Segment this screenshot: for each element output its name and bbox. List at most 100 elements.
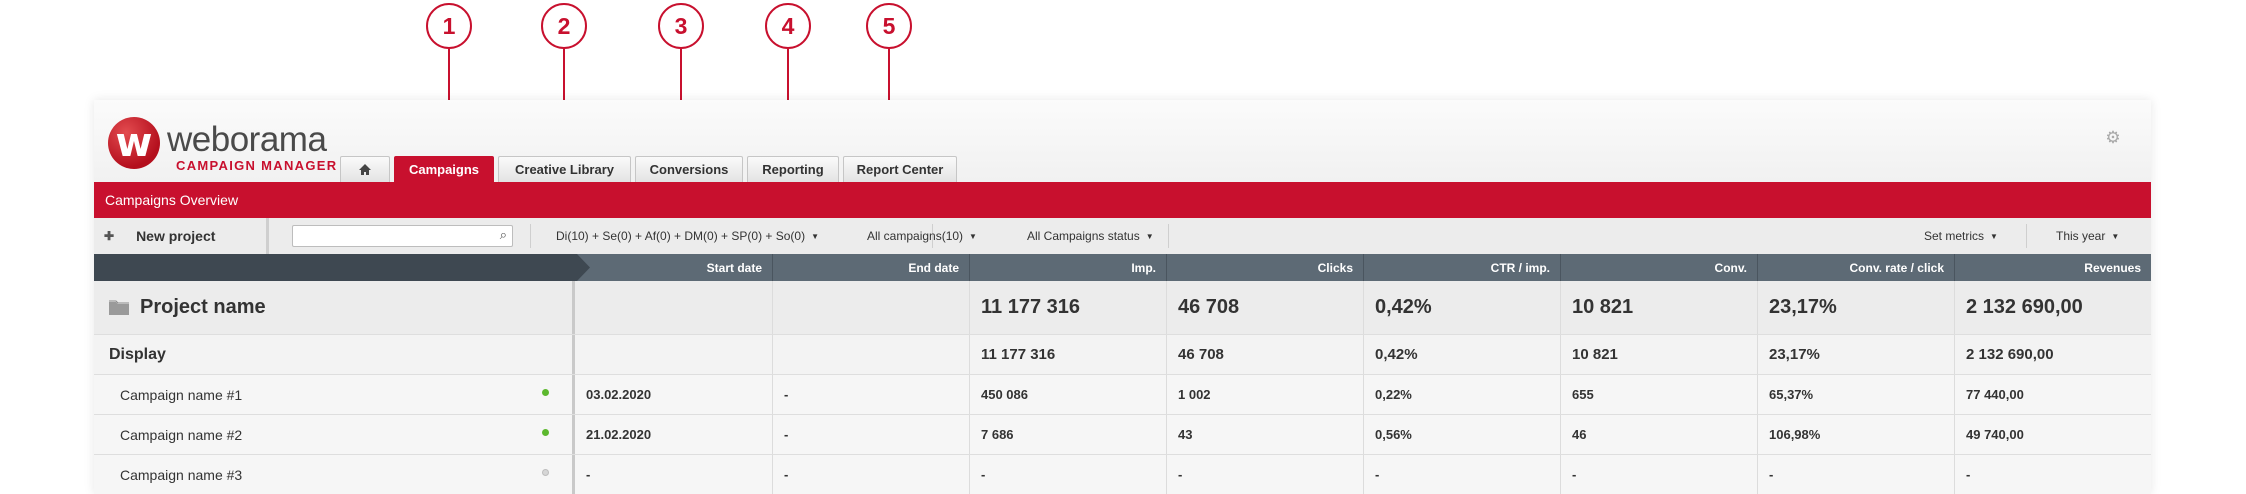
campaign-row[interactable]: Campaign name #1 03.02.2020 - 450 086 1 … bbox=[94, 375, 2151, 415]
set-metrics-label: Set metrics bbox=[1924, 229, 1985, 243]
campaign-conversions: 46 bbox=[1560, 415, 1757, 454]
folder-icon bbox=[109, 300, 129, 315]
column-header-conversions[interactable]: Conv. bbox=[1560, 254, 1757, 281]
group-row[interactable]: Display 11 177 316 46 708 0,42% 10 821 2… bbox=[94, 335, 2151, 375]
group-conversions: 10 821 bbox=[1560, 335, 1757, 374]
app-window: w weborama CAMPAIGN MANAGER Campaigns Cr… bbox=[94, 100, 2151, 494]
caret-down-icon: ▼ bbox=[2111, 231, 2120, 241]
project-row[interactable]: Project name 11 177 316 46 708 0,42% 10 … bbox=[94, 281, 2151, 335]
column-header-conversion-rate[interactable]: Conv. rate / click bbox=[1757, 254, 1954, 281]
callout-number: 1 bbox=[426, 3, 472, 49]
campaign-end-date: - bbox=[772, 375, 969, 414]
search-box: ⌕ bbox=[292, 225, 513, 247]
campaign-row[interactable]: Campaign name #2 21.02.2020 - 7 686 43 0… bbox=[94, 415, 2151, 455]
brand-name: weborama bbox=[167, 120, 327, 159]
toolbar-divider bbox=[530, 224, 531, 248]
format-filter-dropdown[interactable]: Di(10) + Se(0) + Af(0) + DM(0) + SP(0) +… bbox=[556, 218, 819, 254]
page-title: Campaigns Overview bbox=[105, 192, 239, 208]
campaign-revenues: - bbox=[1954, 455, 2151, 494]
campaign-name: Campaign name #1 bbox=[120, 386, 243, 403]
group-end-date bbox=[772, 335, 969, 374]
tab-report-center[interactable]: Report Center bbox=[843, 156, 957, 182]
campaign-end-date: - bbox=[772, 415, 969, 454]
format-filter-label: Di(10) + Se(0) + Af(0) + DM(0) + SP(0) +… bbox=[556, 229, 806, 243]
brand-subtitle: CAMPAIGN MANAGER bbox=[176, 158, 338, 173]
callout-number: 4 bbox=[765, 3, 811, 49]
new-project-button[interactable]: ✚ New project bbox=[94, 218, 269, 254]
toolbar-divider bbox=[1168, 224, 1169, 248]
campaign-revenues: 77 440,00 bbox=[1954, 375, 2151, 414]
search-input[interactable] bbox=[297, 227, 486, 247]
table-header: Start date End date Imp. Clicks CTR / im… bbox=[94, 254, 2151, 281]
tab-reporting[interactable]: Reporting bbox=[747, 156, 839, 182]
campaign-conversions: 655 bbox=[1560, 375, 1757, 414]
project-start-date bbox=[572, 281, 772, 334]
project-conversion-rate: 23,17% bbox=[1757, 281, 1954, 334]
group-name: Display bbox=[109, 345, 166, 363]
caret-down-icon: ▼ bbox=[811, 231, 820, 241]
campaign-ctr: - bbox=[1363, 455, 1560, 494]
column-header-end-date[interactable]: End date bbox=[772, 254, 969, 281]
tab-conversions[interactable]: Conversions bbox=[635, 156, 743, 182]
group-clicks: 46 708 bbox=[1166, 335, 1363, 374]
project-clicks: 46 708 bbox=[1166, 281, 1363, 334]
callout-number: 5 bbox=[866, 3, 912, 49]
campaign-impressions: - bbox=[969, 455, 1166, 494]
group-revenues: 2 132 690,00 bbox=[1954, 335, 2151, 374]
campaign-clicks: - bbox=[1166, 455, 1363, 494]
callout-number: 3 bbox=[658, 3, 704, 49]
callout-number: 2 bbox=[541, 3, 587, 49]
caret-down-icon: ▼ bbox=[1990, 231, 1998, 241]
campaign-conversions: - bbox=[1560, 455, 1757, 494]
column-header-clicks[interactable]: Clicks bbox=[1166, 254, 1363, 281]
campaigns-filter-label: All campaigns(10) bbox=[867, 229, 964, 243]
campaign-revenues: 49 740,00 bbox=[1954, 415, 2151, 454]
campaign-ctr: 0,56% bbox=[1363, 415, 1560, 454]
header-name-column bbox=[94, 254, 590, 281]
group-ctr: 0,42% bbox=[1363, 335, 1560, 374]
campaign-start-date: 03.02.2020 bbox=[572, 375, 772, 414]
campaign-name: Campaign name #3 bbox=[120, 466, 243, 483]
status-filter-dropdown[interactable]: All Campaigns status ▼ bbox=[1027, 218, 1154, 254]
column-header-impressions[interactable]: Imp. bbox=[969, 254, 1166, 281]
project-name: Project name bbox=[140, 296, 266, 318]
page-title-bar: Campaigns Overview bbox=[94, 182, 2151, 218]
new-project-label: New project bbox=[136, 228, 216, 244]
campaign-impressions: 450 086 bbox=[969, 375, 1166, 414]
gear-icon[interactable]: ⚙ bbox=[2105, 129, 2121, 146]
status-active-icon bbox=[542, 429, 549, 436]
toolbar: ✚ New project ⌕ Di(10) + Se(0) + Af(0) +… bbox=[94, 218, 2151, 255]
column-header-ctr[interactable]: CTR / imp. bbox=[1363, 254, 1560, 281]
status-active-icon bbox=[542, 389, 549, 396]
brand-logo[interactable]: w weborama CAMPAIGN MANAGER bbox=[108, 117, 348, 177]
campaign-start-date: 21.02.2020 bbox=[572, 415, 772, 454]
column-header-revenues[interactable]: Revenues bbox=[1954, 254, 2151, 281]
campaign-ctr: 0,22% bbox=[1363, 375, 1560, 414]
tab-creative-library[interactable]: Creative Library bbox=[498, 156, 631, 182]
period-dropdown[interactable]: This year ▼ bbox=[2056, 218, 2119, 254]
column-header-start-date[interactable]: Start date bbox=[575, 254, 772, 281]
caret-down-icon: ▼ bbox=[969, 231, 977, 241]
campaign-conversion-rate: 106,98% bbox=[1757, 415, 1954, 454]
brand-mark: w bbox=[108, 117, 160, 169]
campaigns-filter-dropdown[interactable]: All campaigns(10) ▼ bbox=[867, 218, 977, 254]
tab-home[interactable] bbox=[340, 156, 390, 182]
period-label: This year bbox=[2056, 229, 2106, 243]
status-inactive-icon bbox=[542, 469, 549, 476]
tab-campaigns[interactable]: Campaigns bbox=[394, 156, 494, 182]
group-impressions: 11 177 316 bbox=[969, 335, 1166, 374]
campaign-name: Campaign name #2 bbox=[120, 426, 243, 443]
home-icon bbox=[359, 164, 371, 175]
campaign-impressions: 7 686 bbox=[969, 415, 1166, 454]
campaign-row[interactable]: Campaign name #3 - - - - - - - - bbox=[94, 455, 2151, 494]
project-end-date bbox=[772, 281, 969, 334]
campaign-end-date: - bbox=[772, 455, 969, 494]
search-icon[interactable]: ⌕ bbox=[500, 227, 507, 243]
set-metrics-dropdown[interactable]: Set metrics ▼ bbox=[1924, 218, 1998, 254]
campaign-conversion-rate: 65,37% bbox=[1757, 375, 1954, 414]
campaign-conversion-rate: - bbox=[1757, 455, 1954, 494]
project-ctr: 0,42% bbox=[1363, 281, 1560, 334]
caret-down-icon: ▼ bbox=[1145, 231, 1154, 241]
group-start-date bbox=[572, 335, 772, 374]
campaign-clicks: 43 bbox=[1166, 415, 1363, 454]
